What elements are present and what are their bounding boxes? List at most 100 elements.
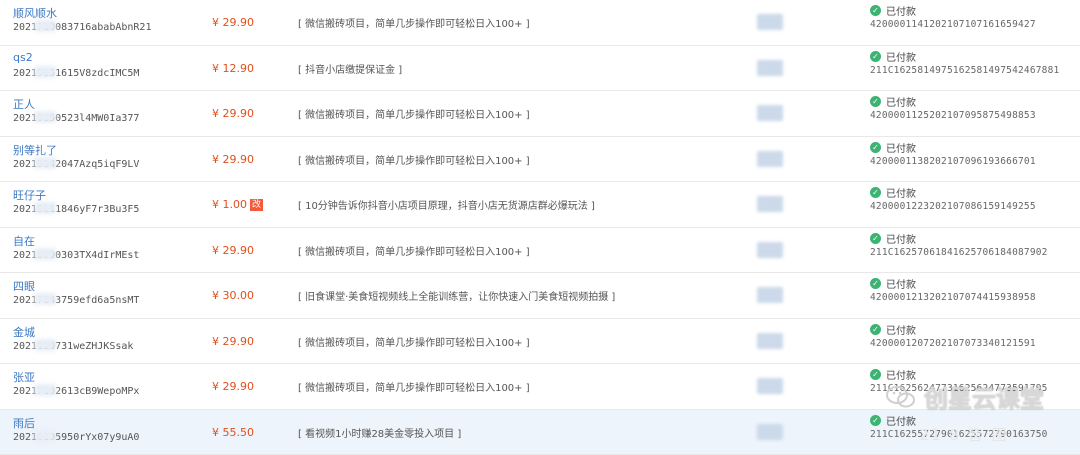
- price-value: ¥ 1.00: [212, 198, 247, 211]
- buyer-name-link[interactable]: qs2: [13, 51, 33, 64]
- order-number: 20217102613cB9WepoMPx: [13, 386, 139, 397]
- buyer-name-link[interactable]: 金城: [13, 324, 35, 340]
- payment-status: ✓ 已付款: [870, 231, 916, 246]
- transaction-id: 4200001125202107095875498853: [870, 110, 1036, 121]
- buyer-name-link[interactable]: 顺风顺水: [13, 5, 57, 21]
- check-circle-icon: ✓: [870, 369, 881, 380]
- order-number: 20219151615V8zdcIMC5M: [13, 68, 139, 79]
- redacted-mask: [34, 66, 56, 78]
- product-thumbnail: [757, 333, 783, 349]
- price: ¥ 1.00改: [212, 198, 263, 211]
- price: ¥ 30.00: [212, 289, 254, 302]
- check-circle-icon: ✓: [870, 5, 881, 16]
- check-circle-icon: ✓: [870, 96, 881, 107]
- table-row: 别等扎了 20219142047Azq5iqF9LV ¥ 29.90 [ 微信搬…: [0, 137, 1080, 183]
- transaction-id: 4200001223202107086159149255: [870, 201, 1036, 212]
- buyer-name-link[interactable]: 自在: [13, 233, 35, 249]
- redacted-mask: [34, 20, 56, 32]
- redacted-mask: [34, 111, 56, 123]
- watermark-sub: 21 8 音 图 ·: [920, 424, 1022, 445]
- product-thumbnail: [757, 424, 783, 440]
- transaction-id: 4200001138202107096193666701: [870, 156, 1036, 167]
- check-circle-icon: ✓: [870, 415, 881, 426]
- order-number: 20219150523l4MW0Ia377: [13, 113, 139, 124]
- redacted-mask: [34, 339, 56, 351]
- transaction-id: 4200001213202107074415938958: [870, 292, 1036, 303]
- table-row: 雨后 20216195950rYx07y9uA0 ¥ 55.50 [ 看视频1小…: [0, 410, 1080, 455]
- order-number: 20218111846yF7r3Bu3F5: [13, 204, 139, 215]
- watermark-brand: 创星云课堂: [924, 379, 1044, 414]
- buyer-name-link[interactable]: 别等扎了: [13, 142, 57, 158]
- price-value: ¥ 30.00: [212, 289, 254, 302]
- product-name-link[interactable]: [ 微信搬砖项目，简单几步操作即可轻松日入100+ ]: [298, 243, 530, 258]
- payment-status-label: 已付款: [886, 94, 916, 109]
- buyer-name-link[interactable]: 正人: [13, 96, 35, 112]
- product-thumbnail: [757, 287, 783, 303]
- buyer-name-link[interactable]: 张亚: [13, 369, 35, 385]
- payment-status: ✓已付款: [870, 3, 916, 18]
- check-circle-icon: ✓: [870, 142, 881, 153]
- redacted-mask: [34, 293, 56, 305]
- modified-badge: 改: [250, 199, 263, 211]
- redacted-mask: [34, 384, 56, 396]
- payment-status: ✓ 已付款: [870, 322, 916, 337]
- price: ¥ 12.90: [212, 62, 254, 75]
- product-name-link[interactable]: [ 微信搬砖项目，简单几步操作即可轻松日入100+ ]: [298, 334, 530, 349]
- payment-status-label: 已付款: [886, 276, 916, 291]
- price-value: ¥ 29.90: [212, 153, 254, 166]
- payment-status-label: 已付款: [886, 322, 916, 337]
- product-name-link[interactable]: [ 10分钟告诉你抖音小店项目原理，抖音小店无货源店群必爆玩法 ]: [298, 197, 595, 212]
- order-number: 2021110731weZHJKSsak: [13, 341, 133, 352]
- check-circle-icon: ✓: [870, 324, 881, 335]
- table-row: 顺风顺水 2021710083716ababAbnR21 ¥ 29.90 [ 微…: [0, 0, 1080, 46]
- price: ¥ 29.90: [212, 16, 254, 29]
- product-thumbnail: [757, 196, 783, 212]
- product-name-link[interactable]: [ 微信搬砖项目，简单几步操作即可轻松日入100+ ]: [298, 15, 530, 30]
- payment-status-label: 已付款: [886, 413, 916, 428]
- table-row: 金城 2021110731weZHJKSsak ¥ 29.90 [ 微信搬砖项目…: [0, 319, 1080, 365]
- table-row: 四眼 20217143759efd6a5nsMT ¥ 30.00 [ 旧食课堂·…: [0, 273, 1080, 319]
- transaction-id: 4200001207202107073340121591: [870, 338, 1036, 349]
- redacted-mask: [34, 202, 56, 214]
- price: ¥ 29.90: [212, 335, 254, 348]
- product-name-link[interactable]: [ 旧食课堂·美食短视频线上全能训练营，让你快速入门美食短视频拍摄 ]: [298, 288, 615, 303]
- check-circle-icon: ✓: [870, 51, 881, 62]
- product-thumbnail: [757, 242, 783, 258]
- payment-status-label: 已付款: [886, 49, 916, 64]
- price: ¥ 29.90: [212, 244, 254, 257]
- product-thumbnail: [757, 105, 783, 121]
- product-thumbnail: [757, 151, 783, 167]
- buyer-name-link[interactable]: 四眼: [13, 278, 35, 294]
- order-number: 20216195950rYx07y9uA0: [13, 432, 139, 443]
- product-thumbnail: [757, 14, 783, 30]
- product-name-link[interactable]: [ 看视频1小时赚28美金零投入项目 ]: [298, 425, 461, 440]
- buyer-name-link[interactable]: 旺仔子: [13, 187, 46, 203]
- watermark: 创星云课堂: [886, 379, 1044, 414]
- redacted-mask: [34, 248, 56, 260]
- payment-status-label: 已付款: [886, 231, 916, 246]
- price: ¥ 29.90: [212, 107, 254, 120]
- transaction-id: 211C16257061841625706184087902: [870, 247, 1048, 258]
- transaction-id: 211C1625814975162581497542467881: [870, 65, 1059, 76]
- payment-status: ✓ 已付款: [870, 94, 916, 109]
- payment-status-label: 已付款: [886, 185, 916, 200]
- price: ¥ 29.90: [212, 153, 254, 166]
- wechat-icon: [886, 385, 916, 409]
- product-name-link[interactable]: [ 微信搬砖项目，简单几步操作即可轻松日入100+ ]: [298, 106, 530, 121]
- price-value: ¥ 29.90: [212, 244, 254, 257]
- order-number: 20218090303TX4dIrMEst: [13, 250, 139, 261]
- price-value: ¥ 29.90: [212, 335, 254, 348]
- product-name-link[interactable]: [ 微信搬砖项目，简单几步操作即可轻松日入100+ ]: [298, 379, 530, 394]
- payment-status: ✓ 已付款: [870, 49, 916, 64]
- payment-status: ✓ 已付款: [870, 413, 916, 428]
- product-name-link[interactable]: [ 抖音小店缴提保证金 ]: [298, 61, 402, 76]
- order-number: 20217143759efd6a5nsMT: [13, 295, 139, 306]
- table-row: qs2 20219151615V8zdcIMC5M ¥ 12.90 [ 抖音小店…: [0, 46, 1080, 92]
- buyer-name-link[interactable]: 雨后: [13, 415, 35, 431]
- payment-status: ✓已付款: [870, 276, 916, 291]
- product-thumbnail: [757, 60, 783, 76]
- check-circle-icon: ✓: [870, 187, 881, 198]
- payment-status-label: 已付款: [886, 140, 916, 155]
- check-circle-icon: ✓: [870, 233, 881, 244]
- product-name-link[interactable]: [ 微信搬砖项目，简单几步操作即可轻松日入100+ ]: [298, 152, 530, 167]
